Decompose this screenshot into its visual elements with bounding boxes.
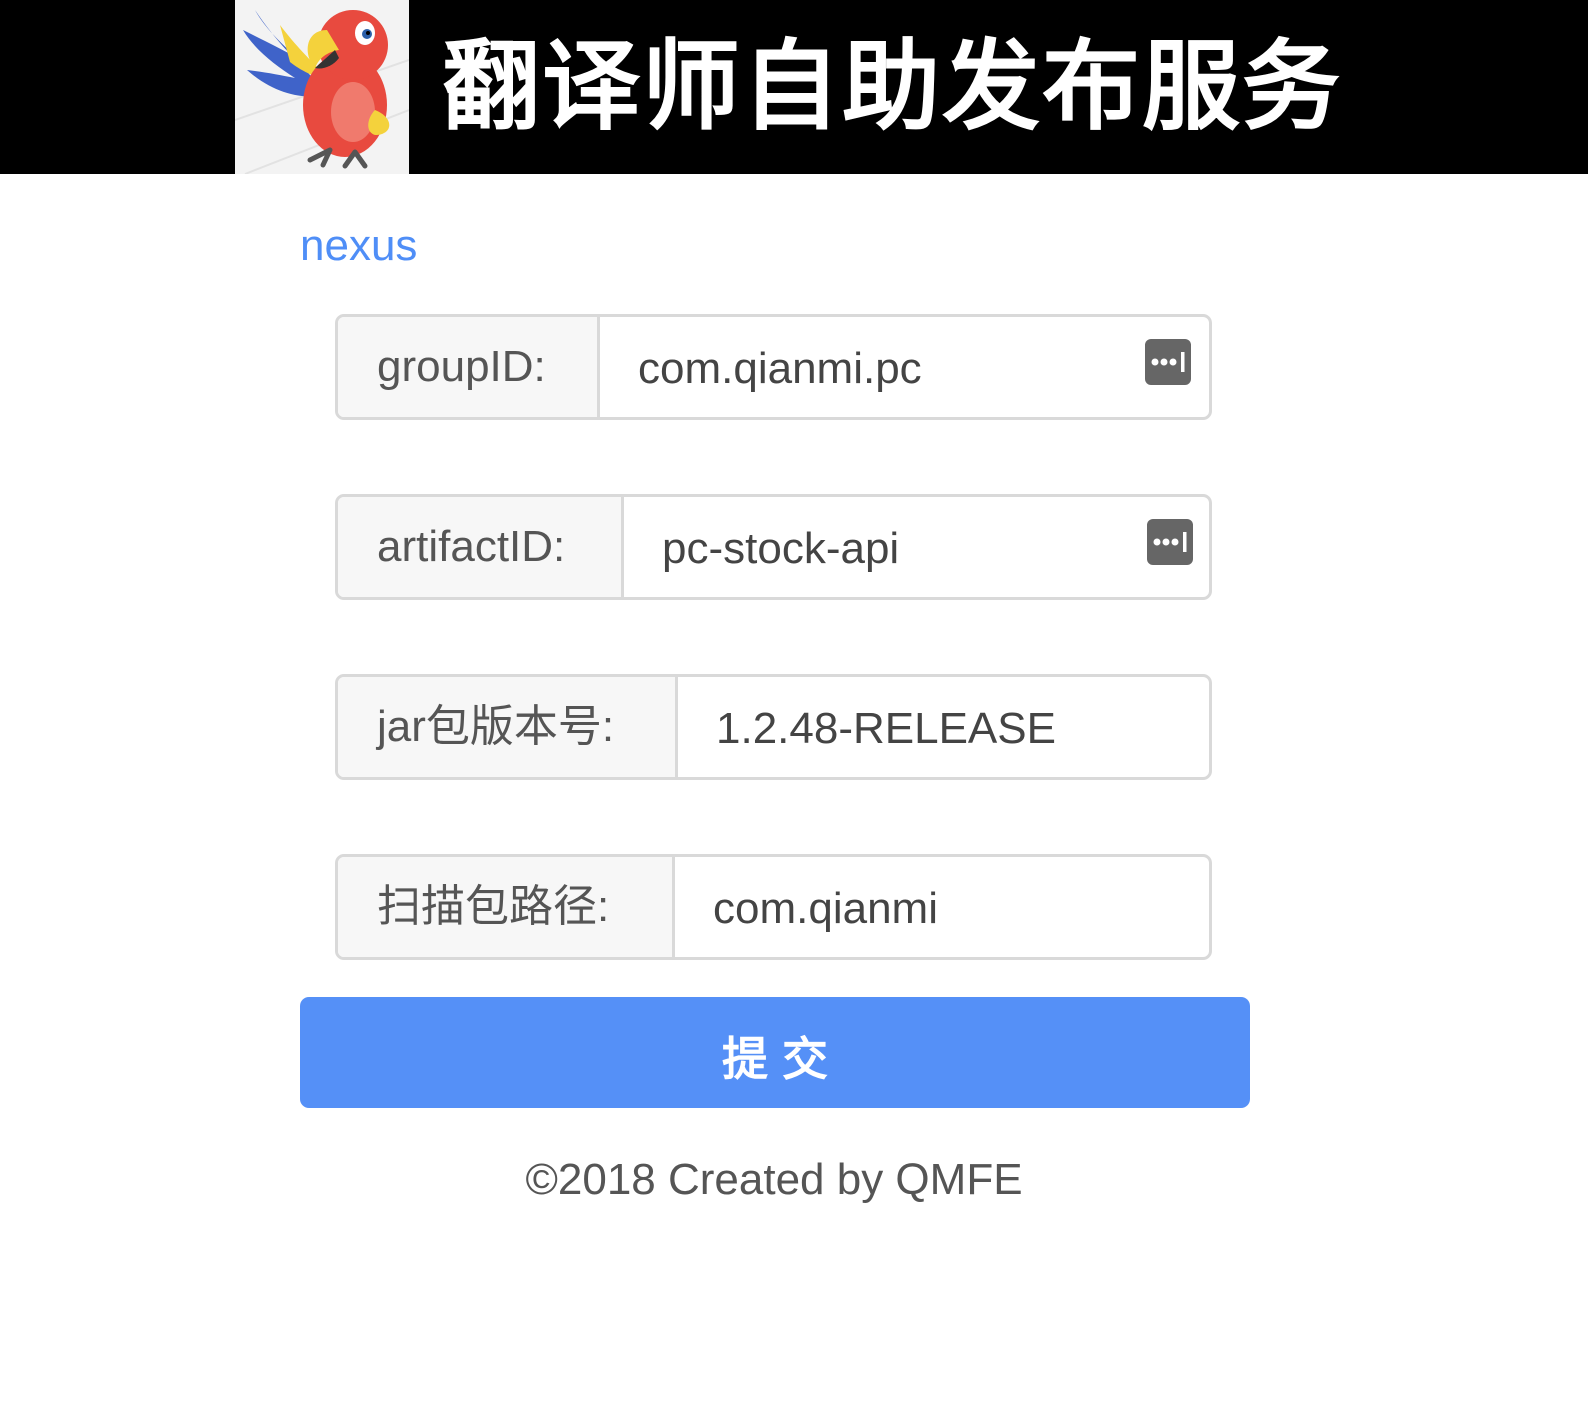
jar-version-input[interactable] xyxy=(678,677,1209,777)
scan-package-field: 扫描包路径: xyxy=(335,854,1212,960)
parrot-logo-icon xyxy=(235,10,409,174)
group-id-input[interactable] xyxy=(600,317,1209,417)
jar-version-field: jar包版本号: xyxy=(335,674,1212,780)
app-title: 翻译师自助发布服务 xyxy=(442,31,1343,141)
app-header: 翻译师自助发布服务 xyxy=(0,0,1588,174)
keychain-autofill-icon[interactable] xyxy=(1146,518,1194,566)
jar-version-label: jar包版本号: xyxy=(338,677,678,777)
scan-package-input[interactable] xyxy=(675,857,1209,957)
artifact-id-input[interactable] xyxy=(624,497,1209,597)
group-id-field: groupID: xyxy=(335,314,1212,420)
artifact-id-field: artifactID: xyxy=(335,494,1212,600)
group-id-label: groupID: xyxy=(338,317,600,417)
nexus-link[interactable]: nexus xyxy=(300,218,417,274)
parrot-logo xyxy=(235,0,409,174)
artifact-id-label: artifactID: xyxy=(338,497,624,597)
submit-button[interactable]: 提交 xyxy=(300,997,1250,1108)
keychain-autofill-icon[interactable] xyxy=(1144,338,1192,386)
scan-package-label: 扫描包路径: xyxy=(338,857,675,957)
footer-copyright: ©2018 Created by QMFE xyxy=(525,1155,1023,1204)
